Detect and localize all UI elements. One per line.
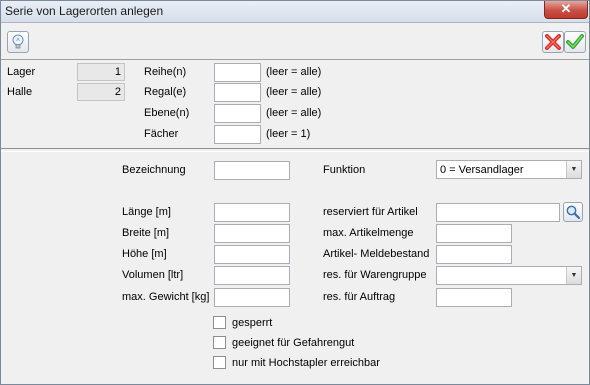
auftrag-label: res. für Auftrag [323, 291, 396, 303]
hoehe-input[interactable] [214, 245, 290, 264]
lager-value: 1 [77, 63, 125, 81]
lightbulb-icon [12, 34, 24, 49]
cancel-button[interactable] [542, 31, 564, 53]
red-x-icon [545, 34, 561, 50]
regal-hint: (leer = alle) [266, 86, 322, 98]
regal-label: Regal(e) [144, 86, 187, 98]
funktion-label: Funktion [323, 164, 366, 176]
article-search-button[interactable] [563, 202, 583, 222]
gewicht-input[interactable] [214, 288, 290, 307]
faecher-label: Fächer [144, 128, 179, 140]
funktion-select[interactable]: 0 = Versandlager ▼ [436, 160, 582, 179]
chevron-down-icon[interactable]: ▼ [566, 267, 581, 284]
hochstapler-label: nur mit Hochstapler erreichbar [232, 357, 380, 369]
location-range-panel: Lager 1 Halle 2 Reihe(n) (leer = alle) R… [1, 61, 589, 149]
hint-button[interactable] [7, 31, 29, 53]
breite-label: Breite [m] [122, 227, 170, 239]
magnifier-icon [566, 205, 581, 220]
gefahrengut-checkbox[interactable] [213, 336, 226, 349]
reihe-hint: (leer = alle) [266, 66, 322, 78]
location-properties-panel: Bezeichnung Funktion 0 = Versandlager ▼ … [1, 151, 589, 384]
ok-button[interactable] [564, 31, 586, 53]
hoehe-label: Höhe [m] [122, 248, 167, 260]
funktion-selected-value: 0 = Versandlager [440, 164, 524, 176]
faecher-input[interactable] [214, 125, 261, 144]
reihe-input[interactable] [214, 63, 261, 82]
reserviert-label: reserviert für Artikel [323, 206, 418, 218]
gewicht-label: max. Gewicht [kg] [122, 291, 210, 303]
ebene-input[interactable] [214, 104, 261, 123]
faecher-hint: (leer = 1) [266, 128, 311, 140]
auftrag-input[interactable] [436, 288, 512, 307]
dialog-window: Serie von Lagerorten anlegen ✕ Lager 1 H… [0, 0, 590, 385]
meldebestand-label: Artikel- Meldebestand [323, 248, 430, 260]
volumen-input[interactable] [214, 266, 290, 285]
warengruppe-label: res. für Warengruppe [323, 269, 427, 281]
max-menge-input[interactable] [436, 224, 512, 243]
bezeichnung-label: Bezeichnung [122, 164, 186, 176]
regal-input[interactable] [214, 83, 261, 102]
gefahrengut-label: geeignet für Gefahrengut [232, 337, 355, 349]
window-title: Serie von Lagerorten anlegen [5, 4, 164, 18]
window-close-button[interactable]: ✕ [544, 1, 588, 19]
ebene-label: Ebene(n) [144, 107, 190, 119]
toolbar [1, 24, 589, 60]
max-menge-label: max. Artikelmenge [323, 227, 414, 239]
lager-label: Lager [7, 66, 36, 78]
breite-input[interactable] [214, 224, 290, 243]
chevron-down-icon[interactable]: ▼ [566, 161, 581, 178]
meldebestand-input[interactable] [436, 245, 512, 264]
green-check-icon [566, 34, 584, 49]
volumen-label: Volumen [ltr] [122, 269, 184, 281]
title-bar[interactable]: Serie von Lagerorten anlegen ✕ [1, 1, 589, 23]
ebene-hint: (leer = alle) [266, 107, 322, 119]
halle-value: 2 [77, 83, 125, 101]
warengruppe-select[interactable]: ▼ [436, 266, 582, 285]
bezeichnung-input[interactable] [214, 161, 290, 180]
gesperrt-label: gesperrt [232, 317, 273, 329]
reihe-label: Reihe(n) [144, 66, 187, 78]
halle-label: Halle [7, 86, 33, 98]
laenge-input[interactable] [214, 203, 290, 222]
gesperrt-checkbox[interactable] [213, 316, 226, 329]
hochstapler-checkbox[interactable] [213, 356, 226, 369]
reserviert-artikel-input[interactable] [436, 203, 560, 222]
laenge-label: Länge [m] [122, 206, 171, 218]
